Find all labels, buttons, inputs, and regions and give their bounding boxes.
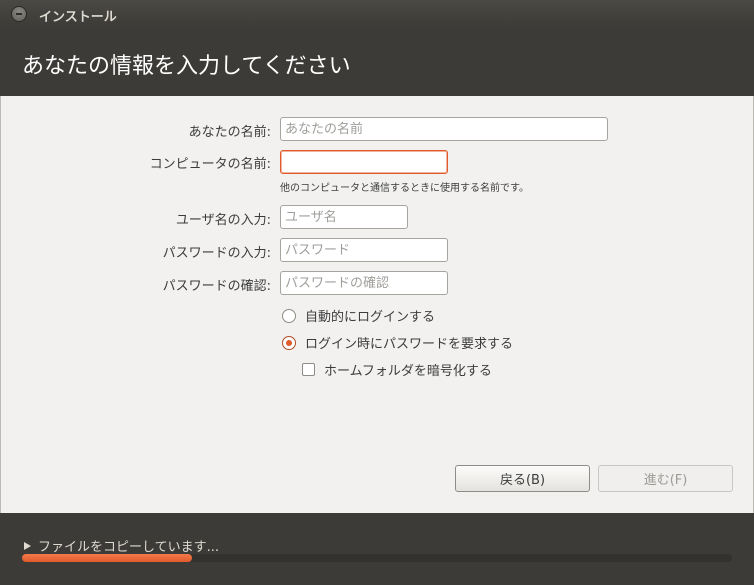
encrypt-home-option[interactable]: ホームフォルダを暗号化する xyxy=(302,360,492,379)
auto-login-label: 自動的にログインする xyxy=(305,310,436,325)
require-password-option[interactable]: ログイン時にパスワードを要求する xyxy=(282,333,513,352)
password-label: パスワードの入力: xyxy=(162,246,271,261)
auto-login-option[interactable]: 自動的にログインする xyxy=(282,306,435,325)
name-input[interactable] xyxy=(280,117,608,141)
username-label: ユーザ名の入力: xyxy=(175,213,271,228)
page-title: あなたの情報を入力してください xyxy=(22,54,351,79)
progress-bar xyxy=(22,554,732,562)
computer-name-hint: 他のコンピュータと通信するときに使用する名前です。 xyxy=(280,183,529,194)
confirm-password-input[interactable] xyxy=(280,271,448,295)
page-header: あなたの情報を入力してください xyxy=(0,28,754,96)
progress-bar-fill xyxy=(22,554,193,562)
encrypt-home-checkbox[interactable] xyxy=(302,363,315,376)
computer-name-input[interactable] xyxy=(280,150,448,174)
auto-login-radio[interactable] xyxy=(282,308,296,323)
computer-name-label: コンピュータの名前: xyxy=(149,157,271,172)
triangle-right-icon xyxy=(24,541,31,550)
install-progress-footer: ファイルをコピーしています... xyxy=(0,513,754,585)
window-title: インストール xyxy=(39,10,117,25)
close-icon[interactable] xyxy=(11,6,27,22)
progress-status-text: ファイルをコピーしています... xyxy=(38,540,220,555)
title-bar: インストール xyxy=(0,0,754,28)
form-area: あなたの名前: コンピュータの名前: 他のコンピュータと通信するときに使用する名… xyxy=(0,96,754,513)
confirm-password-label: パスワードの確認: xyxy=(162,279,271,294)
require-password-radio[interactable] xyxy=(282,335,296,350)
name-label: あなたの名前: xyxy=(188,125,271,140)
next-button[interactable]: 進む(F) xyxy=(598,465,733,492)
username-input[interactable] xyxy=(280,205,408,229)
encrypt-home-label: ホームフォルダを暗号化する xyxy=(324,364,492,379)
back-button[interactable]: 戻る(B) xyxy=(455,465,590,492)
password-input[interactable] xyxy=(280,238,448,262)
require-password-label: ログイン時にパスワードを要求する xyxy=(305,337,514,352)
progress-details-expander[interactable]: ファイルをコピーしています... xyxy=(24,536,219,555)
